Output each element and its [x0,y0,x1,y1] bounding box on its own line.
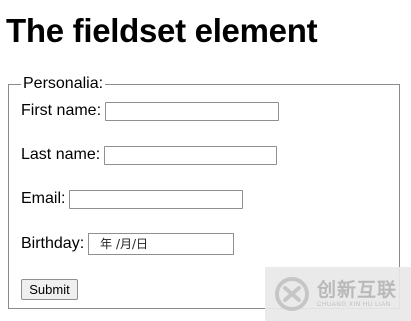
email-row: Email: [21,189,244,209]
brand-logo-icon [275,277,309,311]
first-name-label: First name: [21,102,102,119]
watermark-subtitle: CHUANG XIN HU LIAN [317,302,391,308]
page-title: The fieldset element [6,12,318,49]
submit-button[interactable]: Submit [21,279,78,300]
watermark-brand: 创新互联 [317,279,398,301]
first-name-input[interactable] [105,101,280,121]
last-name-input[interactable] [104,145,278,165]
last-name-label: Last name: [21,146,101,163]
birthday-label: Birthday: [21,235,85,252]
birthday-row: Birthday: 年 /月/日 [21,233,235,255]
watermark: 创新互联 CHUANG XIN HU LIAN [265,267,411,321]
email-label: Email: [21,190,66,207]
email-input[interactable] [69,189,244,209]
fieldset-legend: Personalia: [21,74,106,94]
first-name-row: First name: [21,101,280,121]
last-name-row: Last name: [21,145,278,165]
birthday-date-input[interactable]: 年 /月/日 [88,233,235,255]
